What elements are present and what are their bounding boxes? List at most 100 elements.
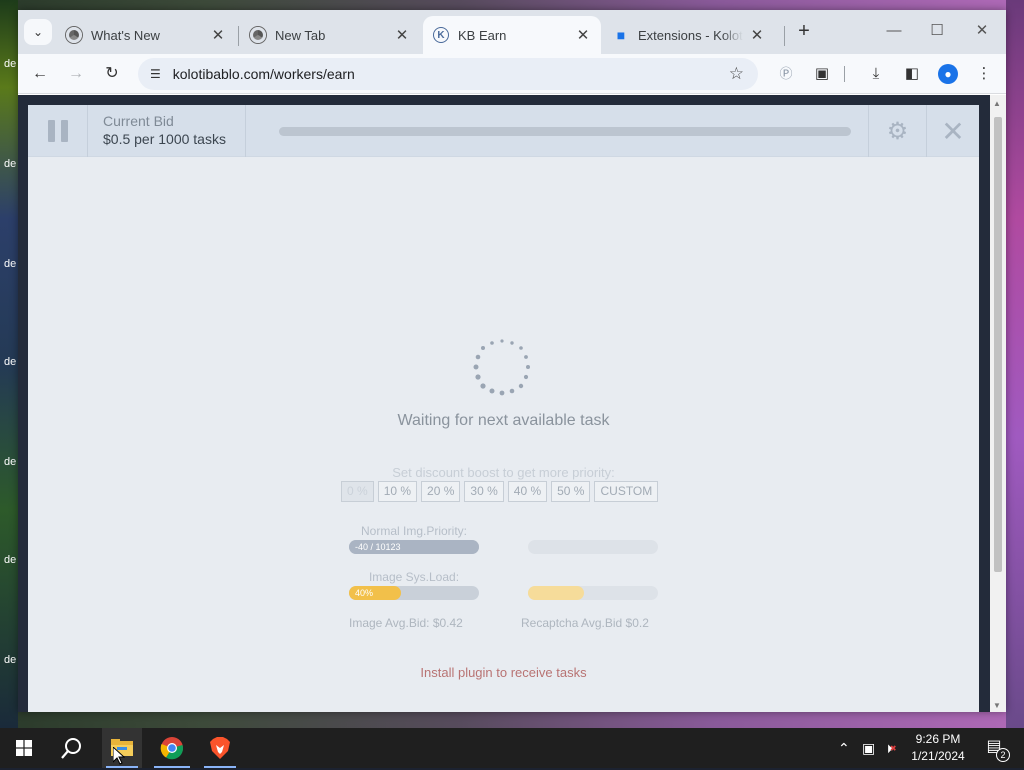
new-tab-button[interactable]: +	[792, 20, 816, 44]
chrome-taskbar-button[interactable]	[150, 728, 194, 768]
boost-20-button[interactable]: 20 %	[421, 481, 461, 502]
tab-label: Extensions - Kolotibablo	[638, 27, 743, 43]
show-hidden-icons-button[interactable]: ⌃	[838, 728, 850, 768]
reload-button[interactable]: ↻	[100, 62, 124, 86]
normal-priority-bar: -40 / 10123	[349, 540, 479, 554]
brave-lion-icon	[210, 737, 230, 759]
task-progress-bar	[279, 127, 851, 136]
scroll-down-arrow-icon[interactable]: ▼	[993, 701, 1001, 710]
mouse-cursor-icon	[112, 745, 126, 770]
image-avg-bid: Image Avg.Bid: $0.42	[349, 616, 463, 630]
panel-close-button[interactable]: ✕	[926, 105, 979, 157]
close-window-button[interactable]: ✕	[962, 20, 1002, 44]
normal-priority-value: -40 / 10123	[355, 542, 401, 552]
desktop-icon[interactable]: de	[4, 554, 18, 567]
puzzle-icon: ■	[616, 27, 626, 43]
notifications-button[interactable]: ▤ 2	[982, 736, 1010, 762]
scroll-thumb[interactable]	[994, 117, 1002, 572]
close-icon: ✕	[941, 115, 965, 147]
desktop-icon[interactable]: de	[4, 654, 18, 667]
scroll-up-arrow-icon[interactable]: ▲	[993, 99, 1001, 108]
network-icon[interactable]: ▣	[862, 728, 875, 768]
current-bid-value: $0.5 per 1000 tasks	[103, 131, 226, 147]
recaptcha-load-bar	[528, 586, 658, 600]
browser-toolbar: ← → ↻ ☰ kolotibablo.com/workers/earn ☆ Ⓟ…	[18, 54, 1006, 94]
close-icon: ✕	[975, 22, 989, 39]
chrome-icon	[160, 737, 184, 760]
boost-custom-button[interactable]: CUSTOM	[594, 481, 659, 502]
tab-divider	[238, 26, 239, 46]
maximize-icon: ☐	[930, 22, 944, 39]
system-clock[interactable]: 9:26 PM 1/21/2024	[906, 731, 970, 765]
search-button[interactable]	[52, 728, 92, 768]
pause-button[interactable]	[28, 105, 88, 157]
boost-30-button[interactable]: 30 %	[464, 481, 504, 502]
download-icon[interactable]: ⤓	[864, 62, 888, 86]
tab-new-tab[interactable]: New Tab ✕	[240, 16, 420, 54]
boost-40-button[interactable]: 40 %	[507, 481, 548, 502]
chrome-icon	[250, 27, 266, 43]
gear-icon: ⚙	[886, 117, 909, 145]
clock-date: 1/21/2024	[911, 749, 965, 763]
close-icon[interactable]: ✕	[210, 26, 226, 44]
tab-label: New Tab	[275, 27, 326, 43]
brave-taskbar-button[interactable]	[200, 728, 240, 768]
minimize-button[interactable]: —	[874, 20, 914, 44]
tab-divider	[784, 26, 785, 46]
bookmark-star-icon[interactable]: ☆	[729, 64, 744, 84]
menu-kebab-icon[interactable]: ⋮	[972, 62, 996, 86]
close-icon[interactable]: ✕	[394, 26, 410, 44]
boost-options: 0 % 10 % 20 % 30 % 40 % 50 % CUSTOM	[341, 481, 659, 502]
tab-label: What's New	[91, 27, 160, 43]
chrome-icon	[66, 27, 82, 43]
desktop-right-edge	[1006, 0, 1024, 728]
close-icon[interactable]: ✕	[749, 26, 765, 44]
volume-muted-icon[interactable]: 🕨 ✖	[884, 728, 897, 768]
site-info-icon[interactable]: ☰	[150, 67, 161, 81]
minimize-icon: —	[886, 22, 902, 39]
settings-button[interactable]: ⚙	[868, 105, 926, 157]
side-panel-icon[interactable]: ◧	[900, 62, 924, 86]
tab-extensions[interactable]: ■ Extensions - Kolotibablo ✕	[603, 16, 775, 54]
profile-avatar-icon[interactable]: ●	[936, 62, 960, 86]
kolotibablo-extension-icon[interactable]: Ⓟ	[774, 62, 798, 86]
desktop-icon[interactable]: de	[4, 258, 18, 271]
pause-icon-bar	[47, 120, 55, 142]
extensions-puzzle-icon[interactable]: ▣	[810, 62, 834, 86]
plus-icon: +	[798, 20, 810, 42]
recaptcha-load-fill	[528, 586, 584, 600]
browser-window: ⌄ What's New ✕ New Tab ✕ K KB Earn ✕ ■ E…	[18, 10, 1006, 712]
chevron-down-icon: ⌄	[32, 25, 44, 39]
tab-search-button[interactable]: ⌄	[24, 19, 52, 45]
boost-0-button[interactable]: 0 %	[341, 481, 374, 502]
install-plugin-link[interactable]: Install plugin to receive tasks	[28, 665, 979, 680]
forward-button[interactable]: →	[64, 62, 88, 86]
tab-kb-earn[interactable]: K KB Earn ✕	[423, 16, 601, 54]
arrow-right-icon: →	[68, 65, 84, 82]
boost-50-button[interactable]: 50 %	[551, 481, 591, 502]
desktop-icon[interactable]: de	[4, 58, 18, 71]
arrow-left-icon: ←	[32, 65, 48, 82]
worker-panel: Current Bid $0.5 per 1000 tasks ⚙ ✕ Wait…	[28, 105, 979, 712]
windows-logo-icon	[16, 740, 32, 756]
loading-spinner-icon	[473, 339, 530, 396]
toolbar-divider	[844, 66, 845, 82]
start-button[interactable]	[4, 728, 44, 768]
boost-10-button[interactable]: 10 %	[377, 481, 418, 502]
page-scrollbar[interactable]: ▲ ▼	[990, 95, 1006, 712]
notification-count: 2	[996, 748, 1010, 762]
maximize-button[interactable]: ☐	[917, 20, 957, 44]
taskbar: ⌃ ▣ 🕨 ✖ 9:26 PM 1/21/2024 ▤ 2	[0, 728, 1024, 768]
close-icon[interactable]: ✕	[575, 26, 591, 44]
desktop-icon[interactable]: de	[4, 456, 18, 469]
back-button[interactable]: ←	[28, 62, 52, 86]
tab-whats-new[interactable]: What's New ✕	[56, 16, 236, 54]
desktop-icon[interactable]: de	[4, 356, 18, 369]
image-load-label: Image Sys.Load:	[368, 570, 460, 584]
url-text: kolotibablo.com/workers/earn	[172, 66, 355, 82]
address-bar[interactable]: ☰ kolotibablo.com/workers/earn ☆	[138, 58, 758, 90]
boost-label: Set discount boost to get more priority:	[392, 465, 615, 480]
desktop-icon[interactable]: de	[4, 158, 18, 171]
tab-strip: ⌄ What's New ✕ New Tab ✕ K KB Earn ✕ ■ E…	[18, 10, 1006, 54]
desktop-icons-strip: de de de de de de de	[0, 0, 18, 728]
